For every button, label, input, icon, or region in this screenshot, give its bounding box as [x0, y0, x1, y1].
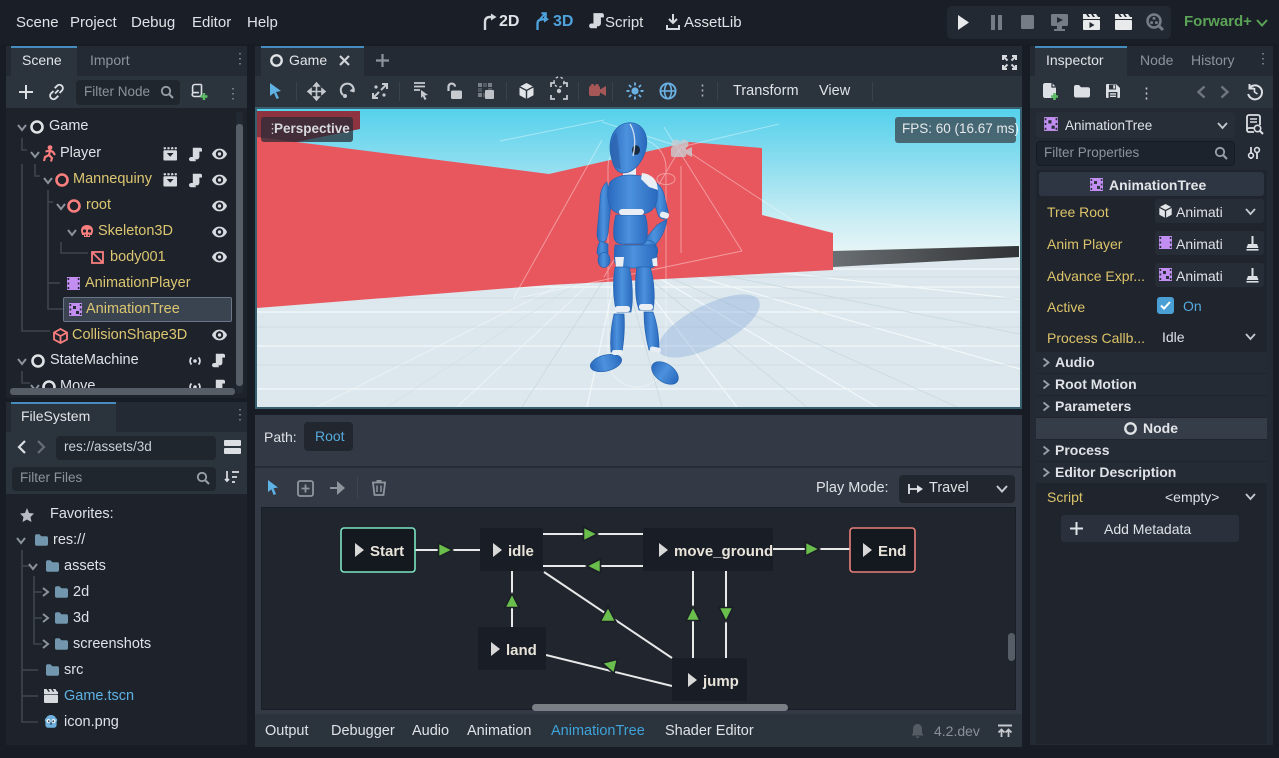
- svg-text:idle: idle: [508, 543, 534, 560]
- svg-text:jump: jump: [702, 673, 739, 690]
- svg-text:land: land: [506, 642, 537, 659]
- svg-text:move_ground: move_ground: [674, 543, 773, 560]
- svg-text:Start: Start: [370, 543, 404, 560]
- svg-text:End: End: [878, 543, 906, 560]
